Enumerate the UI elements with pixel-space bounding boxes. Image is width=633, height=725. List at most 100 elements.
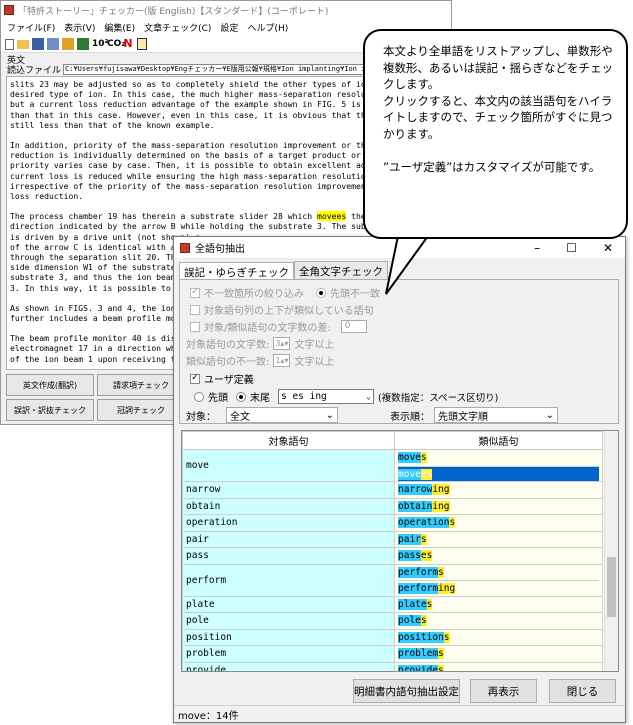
table-row[interactable]: pair pairs xyxy=(182,530,603,548)
similar-word-cell[interactable]: performs performing xyxy=(394,563,603,597)
save-icon[interactable] xyxy=(32,38,44,50)
similar-word-cell[interactable]: poles xyxy=(394,612,603,630)
similar-word[interactable]: performing xyxy=(398,580,599,596)
order-select-value: 先頭文字順 xyxy=(438,411,488,423)
article-check-button[interactable]: 冠詞チェック xyxy=(97,399,185,421)
table-row[interactable]: perform performs performing xyxy=(182,563,603,597)
scroll-thumb[interactable] xyxy=(607,557,616,617)
menu-edit[interactable]: 編集(E) xyxy=(104,21,135,34)
chevron-down-icon[interactable]: ⌄ xyxy=(366,392,373,401)
target-select[interactable]: 全文 ⌄ xyxy=(226,407,338,423)
column-header-similar[interactable]: 類似語句 xyxy=(394,431,603,450)
target-word-cell[interactable]: perform xyxy=(182,563,395,597)
similar-word-cell[interactable]: provides xyxy=(394,661,603,671)
menu-settings[interactable]: 設定 xyxy=(220,21,238,34)
target-word-cell[interactable]: pass xyxy=(182,547,395,565)
user-def-checkbox[interactable]: ✓ xyxy=(190,373,200,384)
similar-word[interactable]: plates xyxy=(398,597,599,613)
app-icon xyxy=(4,5,14,15)
similar-word[interactable]: pairs xyxy=(398,532,599,548)
target-word-cell[interactable]: provide xyxy=(182,661,395,671)
superscript-icon[interactable]: 10² xyxy=(92,38,108,50)
open-folder-icon[interactable] xyxy=(17,39,29,49)
tail-radio[interactable] xyxy=(236,391,246,402)
table-row[interactable]: problem problems xyxy=(182,645,603,663)
convert-icon[interactable] xyxy=(62,38,74,50)
tab-fullwidth-check[interactable]: 全角文字チェック xyxy=(294,261,388,281)
minimize-icon[interactable]: – xyxy=(534,241,540,255)
refresh-button[interactable]: 再表示 xyxy=(470,679,537,703)
similar-word-cell[interactable]: operations xyxy=(394,514,603,532)
similar-word-cell[interactable]: problems xyxy=(394,645,603,663)
char-diff-input[interactable]: 0 xyxy=(340,320,367,333)
table-row[interactable]: provide provides xyxy=(182,661,603,671)
book-icon[interactable] xyxy=(77,38,89,50)
suffix-input[interactable]: s es ing ⌄ xyxy=(278,389,374,404)
close-button[interactable]: 閉じる xyxy=(549,679,616,703)
subscript-icon[interactable]: CO₂ xyxy=(107,38,125,50)
target-word-cell[interactable]: problem xyxy=(182,645,395,663)
similar-word[interactable]: moves xyxy=(398,450,599,466)
similar-word-cell[interactable]: plates xyxy=(394,595,603,613)
similar-word-cell[interactable]: narrowing xyxy=(394,481,603,499)
table-row[interactable]: obtain obtaining xyxy=(182,497,603,515)
adjacent-checkbox[interactable] xyxy=(190,304,200,315)
similar-word[interactable]: obtaining xyxy=(398,499,599,515)
target-word-cell[interactable]: position xyxy=(182,628,395,646)
export-icon[interactable] xyxy=(47,38,59,50)
head-mismatch-radio[interactable] xyxy=(316,287,326,298)
similar-word-cell[interactable]: moves movees xyxy=(394,449,603,482)
table-row[interactable]: pass passes xyxy=(182,547,603,565)
maximize-icon[interactable]: ☐ xyxy=(566,241,577,255)
similar-word[interactable]: operations xyxy=(398,515,599,531)
char-diff-checkbox[interactable] xyxy=(190,321,200,332)
target-word-cell[interactable]: plate xyxy=(182,595,395,613)
claim-check-button[interactable]: 請求項チェック xyxy=(97,374,185,396)
table-row[interactable]: plate plates xyxy=(182,595,603,613)
similar-word[interactable]: performs xyxy=(398,565,599,581)
head-radio[interactable] xyxy=(194,391,204,402)
similar-word-cell[interactable]: passes xyxy=(394,547,603,565)
menu-help[interactable]: ヘルプ(H) xyxy=(247,21,288,34)
order-select[interactable]: 先頭文字順 ⌄ xyxy=(434,407,558,423)
similar-word[interactable]: narrowing xyxy=(398,482,599,498)
menu-file[interactable]: ファイル(F) xyxy=(7,21,55,34)
target-word-cell[interactable]: obtain xyxy=(182,497,395,515)
similar-word[interactable]: provides xyxy=(398,663,599,671)
similar-word[interactable]: movees xyxy=(398,465,599,481)
table-row[interactable]: pole poles xyxy=(182,612,603,630)
similar-word[interactable]: problems xyxy=(398,646,599,662)
similar-word[interactable]: poles xyxy=(398,613,599,629)
spec-extraction-settings-button[interactable]: 明細書内語句抽出設定 xyxy=(353,679,460,703)
copy-icon[interactable] xyxy=(137,38,147,50)
similar-word-cell[interactable]: obtaining xyxy=(394,497,603,515)
min-chars-stepper[interactable]: 3 ▴▾ xyxy=(273,337,291,350)
table-row[interactable]: position positions xyxy=(182,628,603,646)
similar-word-cell[interactable]: positions xyxy=(394,628,603,646)
target-word-cell[interactable]: pair xyxy=(182,530,395,548)
tab-panel: ✓ 不一致箇所の絞り込み 先頭不一致 対象語句列の上下が類似している語句 対象/… xyxy=(179,279,619,424)
dialog-app-icon xyxy=(180,242,190,253)
table-row[interactable]: move moves movees xyxy=(182,449,603,482)
similar-word[interactable]: positions xyxy=(398,630,599,646)
close-icon[interactable]: ✕ xyxy=(603,241,613,255)
column-header-target[interactable]: 対象語句 xyxy=(182,431,395,450)
table-scrollbar[interactable] xyxy=(604,431,618,671)
table-row[interactable]: narrow narrowing xyxy=(182,481,603,499)
similar-word[interactable]: passes xyxy=(398,548,599,564)
menu-text-check[interactable]: 文章チェック(C) xyxy=(144,21,211,34)
narrow-checkbox[interactable]: ✓ xyxy=(190,287,200,298)
menu-view[interactable]: 表示(V) xyxy=(64,21,95,34)
table-row[interactable]: operation operations xyxy=(182,514,603,532)
target-word-cell[interactable]: narrow xyxy=(182,481,395,499)
position-row: 先頭 末尾 s es ing ⌄ (複数指定：スペース区切り) xyxy=(194,389,498,404)
target-word-cell[interactable]: operation xyxy=(182,514,395,532)
n-icon[interactable]: N xyxy=(122,38,134,50)
mistranslation-check-button[interactable]: 誤訳・訳抜チェック xyxy=(6,399,94,421)
new-file-icon[interactable] xyxy=(5,38,14,50)
similar-word-cell[interactable]: pairs xyxy=(394,530,603,548)
mismatch-stepper[interactable]: 1 ▴▾ xyxy=(273,354,291,367)
target-word-cell[interactable]: move xyxy=(182,449,395,482)
translate-button[interactable]: 英文作成(翻訳) xyxy=(6,374,94,396)
target-word-cell[interactable]: pole xyxy=(182,612,395,630)
